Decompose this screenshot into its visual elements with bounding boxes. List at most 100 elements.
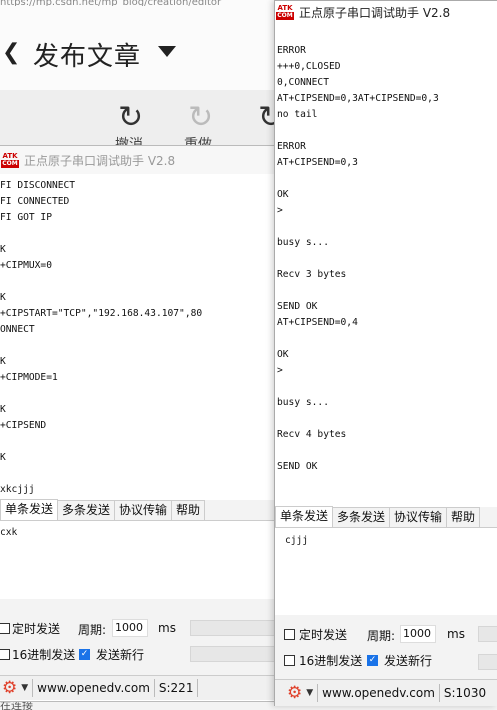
window-2-period-label: 周期: [367,629,396,643]
receive-line [277,123,497,139]
receive-line: busy s... [277,397,329,408]
window-2-statusbar: ⚙ ▼ www.openedv.com S:1030 [275,679,497,706]
receive-line: 0,CONNECT [277,77,329,88]
receive-line [0,274,277,290]
window-1-period-input[interactable]: 1000 [112,619,148,637]
receive-line [277,379,497,395]
window-2-timed-send-checkbox[interactable] [284,629,295,640]
window-1-hex-send-label: 16进制发送 [12,648,76,662]
receive-line: xkcjjj [0,484,35,495]
window-2-receive-area[interactable]: ERROR +++0,CLOSED 0,CONNECT AT+CIPSEND=0,3A… [275,27,497,481]
window-1-tabs: 单条发送 多条发送 协议传输 帮助 [0,499,277,521]
receive-line: Recv 4 bytes [277,429,347,440]
window-2-tab-single-send[interactable]: 单条发送 [275,506,334,527]
window-2-period-input[interactable]: 1000 [400,625,436,643]
gear-icon[interactable]: ⚙ [287,683,302,703]
window-2-tab-help[interactable]: 帮助 [446,507,481,527]
window-1-newline-label: 发送新行 [96,648,145,662]
window-2-newline-checkbox[interactable]: ✓ [367,655,378,666]
receive-line: FI CONNECTED [0,196,70,207]
window-2-send-button[interactable] [478,626,497,642]
window-2-send-input[interactable]: cjjj [275,529,497,615]
window-2-titlebar[interactable]: ATK COM 正点原子串口调试助手 V2.8 [275,1,497,23]
receive-line [277,251,497,267]
receive-line: > [277,365,283,376]
window-1-tab-help[interactable]: 帮助 [171,500,206,520]
receive-line: ERROR [277,141,306,152]
window-1-titlebar[interactable]: ATK COM 正点原子串口调试助手 V2.8 [0,146,277,174]
window-1-send-input[interactable]: cxk [0,521,277,599]
receive-line: FI DISCONNECT [0,180,76,191]
window-1-controls: 定时发送 周期: 1000 ms 16进制发送 ✓ 发送新行 [0,599,277,675]
browser-url-fragment: https://mp.csdn.net/mp_blog/creation/edi… [0,0,222,6]
window-1-newline-checkbox[interactable]: ✓ [79,649,90,660]
window-1-hex-send-checkbox[interactable] [0,649,10,660]
receive-line [0,386,277,402]
window-1-title: 正点原子串口调试助手 V2.8 [24,153,176,168]
receive-line: AT+CIPSEND=0,3AT+CIPSEND=0,3 [277,93,439,104]
window-1-receive-area[interactable]: FI DISCONNECT FI CONNECTED FI GOT IP K +CIP… [0,178,277,498]
receive-line: ERROR [277,45,306,56]
window-2-hex-send-checkbox[interactable] [284,655,295,666]
undo-icon[interactable]: ↻ [118,100,143,135]
window-1-tab-protocol[interactable]: 协议传输 [114,500,173,520]
window-2-tab-protocol[interactable]: 协议传输 [389,507,448,527]
receive-line [277,283,497,299]
receive-line [0,466,277,482]
receive-line: OK [277,349,289,360]
receive-line: +CIPSTART="TCP","192.168.43.107",80 [0,308,203,319]
chevron-down-icon[interactable]: ▼ [21,683,28,693]
window-2-timed-send-label: 定时发送 [299,628,348,642]
receive-line: K [0,452,6,463]
caret-down-icon[interactable] [158,46,176,57]
receive-line: K [0,356,6,367]
receive-line: K [0,244,6,255]
receive-line: OK [277,189,289,200]
window-1-period-unit: ms [158,621,176,635]
receive-line [0,434,277,450]
receive-line [277,443,497,459]
window-2-tab-multi-send[interactable]: 多条发送 [332,507,391,527]
receive-line: SEND OK [277,461,318,472]
receive-line: ONNECT [0,324,35,335]
receive-line: K [0,404,6,415]
window-2-clear-button[interactable] [478,654,497,670]
receive-line [277,171,497,187]
atk-logo-icon: ATK COM [1,152,19,168]
redo-icon[interactable]: ↻ [188,100,213,135]
receive-line: AT+CIPSEND=0,4 [277,317,358,328]
receive-line [277,411,497,427]
receive-line: K [0,292,6,303]
receive-line [0,338,277,354]
receive-line: no tail [277,109,318,120]
receive-line: +CIPMUX=0 [0,260,52,271]
window-2-title: 正点原子串口调试助手 V2.8 [299,5,451,20]
receive-line [0,226,277,242]
back-chevron-icon[interactable]: ❮ [2,40,20,65]
receive-line [277,331,497,347]
window-1-period-label: 周期: [78,623,107,637]
receive-line: SEND OK [277,301,318,312]
window-1-tab-single-send[interactable]: 单条发送 [0,499,59,520]
receive-line: +++0,CLOSED [277,61,341,72]
receive-line: +CIPMODE=1 [0,372,58,383]
window-1-tab-multi-send[interactable]: 多条发送 [57,500,116,520]
window-1-timed-send-checkbox[interactable] [0,623,10,634]
window-1-clear-button[interactable] [190,646,276,662]
receive-line [277,27,497,43]
window-2-controls: 定时发送 周期: 1000 ms 16进制发送 ✓ 发送新行 [275,615,497,679]
window-1-website-link[interactable]: www.openedv.com [37,681,150,695]
receive-line: AT+CIPSEND=0,3 [277,157,358,168]
window-2-website-link[interactable]: www.openedv.com [322,686,435,700]
serial-assistant-window-1: ATK COM 正点原子串口调试助手 V2.8 FI DISCONNECT FI C… [0,145,278,702]
window-1-sent-count: S:221 [158,681,194,695]
window-2-tabs: 单条发送 多条发送 协议传输 帮助 [275,506,497,528]
receive-line: FI GOT IP [0,212,52,223]
window-2-sent-count: S:1030 [443,686,487,700]
window-2-period-unit: ms [447,627,465,641]
gear-icon[interactable]: ⚙ [2,678,17,698]
window-1-send-button[interactable] [190,620,276,636]
window-1-statusbar: ⚙ ▼ www.openedv.com S:221 [0,675,277,700]
chevron-down-icon[interactable]: ▼ [306,688,313,698]
window-2-hex-send-label: 16进制发送 [299,654,363,668]
